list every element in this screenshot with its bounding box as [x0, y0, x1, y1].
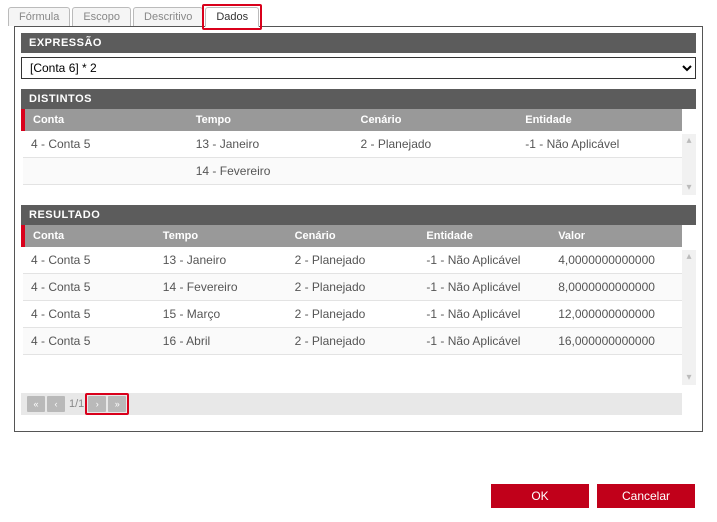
tab-descritivo[interactable]: Descritivo — [133, 7, 203, 26]
cell: 4 - Conta 5 — [23, 301, 155, 328]
cell: 8,0000000000000 — [550, 274, 682, 301]
cell: 14 - Fevereiro — [155, 274, 287, 301]
col-cenario: Cenário — [287, 225, 419, 247]
cell: 16 - Abril — [155, 328, 287, 355]
col-tempo: Tempo — [155, 225, 287, 247]
cell: 4 - Conta 5 — [23, 274, 155, 301]
col-entidade: Entidade — [517, 109, 682, 131]
distintos-wrap: Conta Tempo Cenário Entidade 4 - Conta 5… — [21, 109, 696, 195]
resultado-table: Conta Tempo Cenário Entidade Valor 4 - C… — [21, 225, 682, 355]
col-valor: Valor — [550, 225, 682, 247]
col-conta: Conta — [23, 225, 155, 247]
cell: -1 - Não Aplicável — [418, 301, 550, 328]
footer: OK Cancelar — [491, 484, 695, 508]
cell: -1 - Não Aplicável — [517, 131, 682, 158]
col-tempo: Tempo — [188, 109, 353, 131]
pager-next-button[interactable]: › — [88, 396, 106, 412]
cell: -1 - Não Aplicável — [418, 274, 550, 301]
resultado-scrollbar[interactable]: ▴ ▾ — [682, 250, 696, 385]
pager-first-button[interactable]: « — [27, 396, 45, 412]
cell: 2 - Planejado — [287, 328, 419, 355]
expressao-select[interactable]: [Conta 6] * 2 — [21, 57, 696, 79]
cell: 2 - Planejado — [287, 301, 419, 328]
scroll-down-icon[interactable]: ▾ — [682, 181, 696, 195]
distintos-scrollbar[interactable]: ▴ ▾ — [682, 134, 696, 195]
distintos-table: Conta Tempo Cenário Entidade 4 - Conta 5… — [21, 109, 682, 185]
cancel-button[interactable]: Cancelar — [597, 484, 695, 508]
pager-last-button[interactable]: » — [108, 396, 126, 412]
scroll-up-icon[interactable]: ▴ — [682, 250, 696, 264]
cell: 16,000000000000 — [550, 328, 682, 355]
resultado-wrap: Conta Tempo Cenário Entidade Valor 4 - C… — [21, 225, 696, 415]
cell: 15 - Março — [155, 301, 287, 328]
cell: 4 - Conta 5 — [23, 131, 188, 158]
cell: -1 - Não Aplicável — [418, 328, 550, 355]
scroll-down-icon[interactable]: ▾ — [682, 371, 696, 385]
cell: 12,000000000000 — [550, 301, 682, 328]
panel-dados: EXPRESSÃO [Conta 6] * 2 DISTINTOS Conta … — [14, 26, 703, 432]
cell: 13 - Janeiro — [155, 247, 287, 274]
pager-info: 1/1 — [69, 398, 84, 410]
pager: « ‹ 1/1 › » — [21, 393, 682, 415]
cell: 4 - Conta 5 — [23, 247, 155, 274]
cell: 4 - Conta 5 — [23, 328, 155, 355]
col-cenario: Cenário — [353, 109, 518, 131]
ok-button[interactable]: OK — [491, 484, 589, 508]
scroll-up-icon[interactable]: ▴ — [682, 134, 696, 148]
col-entidade: Entidade — [418, 225, 550, 247]
cell: 2 - Planejado — [287, 247, 419, 274]
cell: 14 - Fevereiro — [188, 158, 353, 185]
cell — [517, 158, 682, 185]
section-title-distintos: DISTINTOS — [21, 89, 696, 109]
tab-formula[interactable]: Fórmula — [8, 7, 70, 26]
cell: -1 - Não Aplicável — [418, 247, 550, 274]
cell: 2 - Planejado — [287, 274, 419, 301]
cell: 2 - Planejado — [353, 131, 518, 158]
section-title-resultado: RESULTADO — [21, 205, 696, 225]
cell — [353, 158, 518, 185]
cell — [23, 158, 188, 185]
cell: 13 - Janeiro — [188, 131, 353, 158]
cell: 4,0000000000000 — [550, 247, 682, 274]
tab-dados[interactable]: Dados — [205, 7, 259, 27]
section-title-expressao: EXPRESSÃO — [21, 33, 696, 53]
pager-prev-button[interactable]: ‹ — [47, 396, 65, 412]
tab-escopo[interactable]: Escopo — [72, 7, 131, 26]
tab-bar: Fórmula Escopo Descritivo Dados — [0, 0, 717, 26]
col-conta: Conta — [23, 109, 188, 131]
expressao-wrap: [Conta 6] * 2 — [21, 57, 696, 79]
